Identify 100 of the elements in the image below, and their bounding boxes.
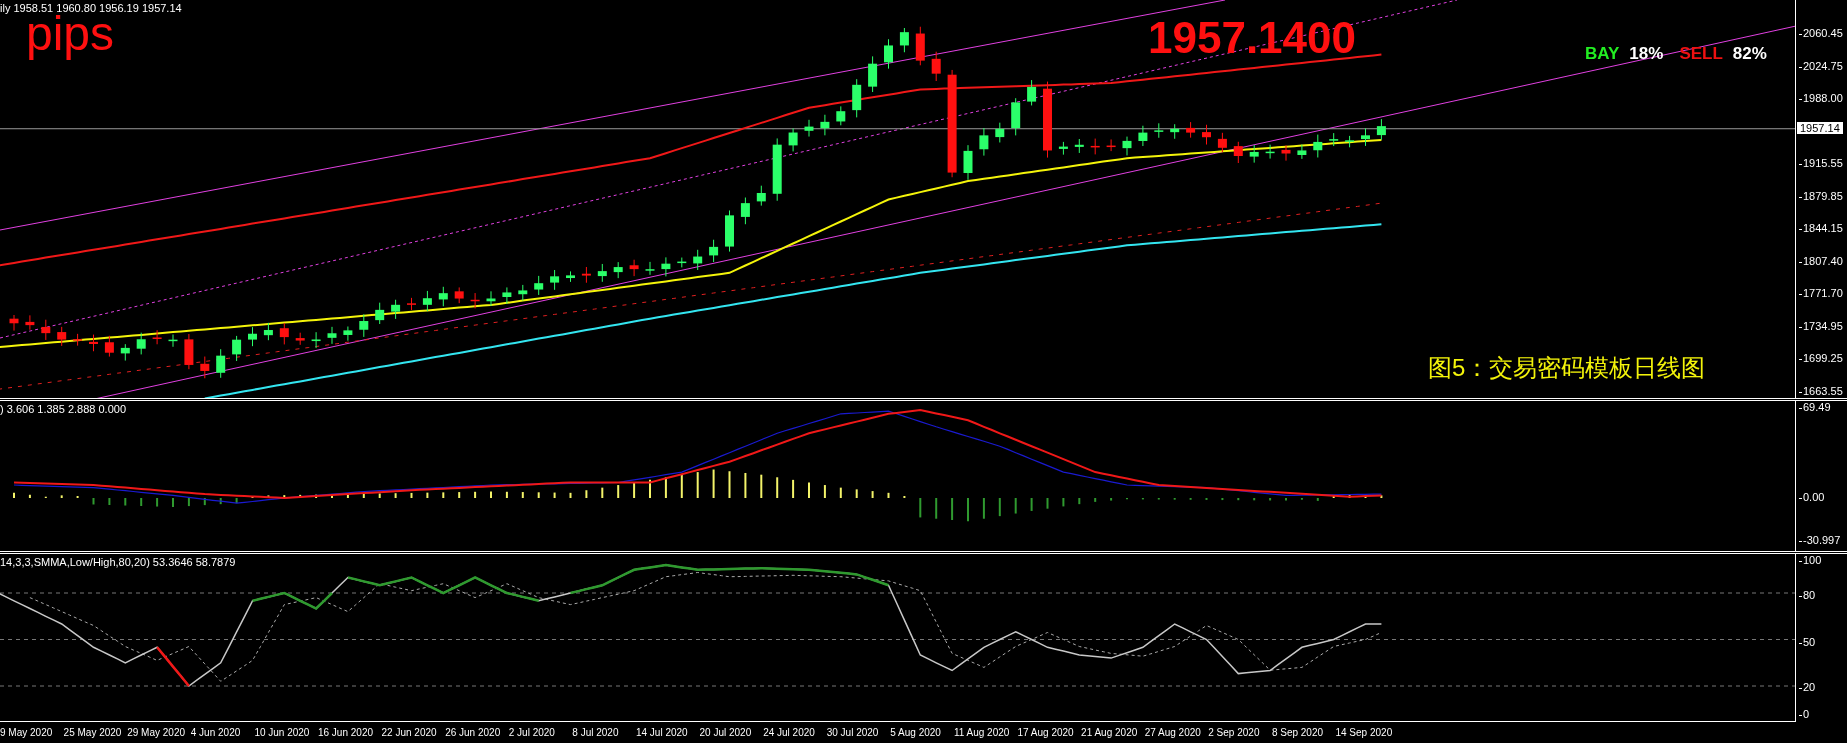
histogram-bar (1380, 494, 1383, 500)
axis-label: 1663.55 (1799, 384, 1843, 397)
histogram-bar (680, 474, 683, 500)
axis-label: 0.00 (1799, 491, 1825, 504)
histogram-bar (553, 491, 556, 500)
histogram-bar (728, 470, 731, 500)
histogram-bar (537, 491, 540, 500)
histogram-bar (60, 494, 63, 500)
histogram-bar (362, 493, 365, 500)
axis-label: 80 (1799, 588, 1816, 601)
histogram-bar (505, 491, 508, 500)
histogram-bar (187, 497, 190, 508)
date-label: 16 Jun 2020 (317, 727, 375, 739)
axis-label: 0 (1799, 707, 1810, 720)
histogram-bar (696, 471, 699, 500)
histogram-bar (442, 491, 445, 500)
date-label: 2 Sep 2020 (1208, 727, 1261, 739)
date-label: 26 Jun 2020 (445, 727, 502, 739)
histogram-bar (823, 484, 826, 500)
date-label: 4 Jun 2020 (190, 727, 242, 739)
histogram-bar (251, 495, 254, 500)
axis-label: 1734.95 (1799, 319, 1843, 332)
date-label: 22 Jun 2020 (381, 727, 438, 739)
date-label: 9 May 2020 (0, 727, 54, 739)
histogram-bar (712, 468, 715, 500)
macd-readout: ) 3.606 1.385 2.888 0.000 (0, 403, 126, 416)
stochastic-readout: 14,3,3,SMMA,Low/High,80,20) 53.3646 58.7879 (0, 555, 236, 568)
sentiment-percent: 18% (1629, 44, 1664, 64)
date-label: 21 Aug 2020 (1081, 727, 1139, 739)
date-label: 29 May 2020 (127, 727, 186, 739)
histogram-bar (982, 497, 985, 521)
histogram-bar (44, 496, 47, 500)
ohlc-readout: ily 1958.51 1960.80 1956.19 1957.14 (0, 2, 182, 14)
axis-label: 1771.70 (1799, 287, 1843, 299)
histogram-bar (1062, 497, 1065, 508)
histogram-bar (617, 484, 620, 500)
histogram-bar (601, 487, 604, 500)
histogram-bar (1141, 497, 1144, 501)
axis-label: 1915.55 (1799, 157, 1843, 169)
histogram-bar (219, 497, 222, 506)
histogram-bar (919, 497, 922, 519)
histogram-bar (569, 492, 572, 500)
histogram-bar (140, 497, 143, 508)
sentiment-percent: 82% (1732, 44, 1767, 64)
date-label: 8 Sep 2020 (1271, 727, 1325, 739)
histogram-bar (1078, 497, 1081, 506)
histogram-bar (1110, 497, 1113, 502)
histogram-bar (744, 472, 747, 500)
histogram-bar (1094, 497, 1097, 504)
histogram-bar (760, 474, 763, 500)
axis-label: 1879.85 (1799, 189, 1843, 202)
sentiment-label: BAY (1585, 44, 1620, 64)
histogram-bar (871, 490, 874, 500)
histogram-bar (458, 491, 461, 500)
histogram-bar (1157, 497, 1160, 501)
histogram-bar (1332, 495, 1335, 500)
histogram-bar (521, 491, 524, 500)
sentiment-label: SELL (1679, 44, 1723, 64)
histogram-bar (1316, 497, 1319, 503)
axis-label: -30.997 (1799, 534, 1841, 547)
date-label: 30 Jul 2020 (826, 727, 880, 739)
current-price-tag: 1957.14 (1797, 121, 1843, 134)
date-label: 14 Sep 2020 (1335, 727, 1394, 739)
histogram-bar (585, 489, 588, 500)
axis-label: 1988.00 (1799, 92, 1843, 104)
axis-label: 2060.45 (1799, 27, 1843, 39)
histogram-bar (235, 497, 238, 505)
axis-label: 1699.25 (1799, 352, 1843, 364)
histogram-bar (410, 492, 413, 500)
histogram-bar (1046, 497, 1049, 511)
histogram-bar (203, 497, 206, 507)
axis-label: 50 (1799, 635, 1816, 648)
date-label: 2 Jul 2020 (508, 727, 556, 739)
histogram-bar (776, 476, 779, 500)
price-readout: 1957.1400 (1148, 16, 1356, 60)
histogram-bar (1269, 497, 1272, 502)
axis-label: 100 (1799, 553, 1822, 566)
axis-label: 1807.40 (1799, 254, 1843, 267)
histogram-bar (633, 481, 636, 500)
histogram-bar (1014, 497, 1017, 515)
axis-label: 69.49 (1799, 401, 1831, 414)
histogram-bar (935, 497, 938, 521)
date-label: 10 Jun 2020 (254, 727, 311, 739)
histogram-bar (378, 492, 381, 500)
histogram-bar (108, 497, 111, 507)
date-label: 20 Jul 2020 (699, 727, 753, 739)
histogram-bar (92, 497, 95, 506)
date-label: 8 Jul 2020 (572, 727, 620, 739)
histogram-bar (887, 492, 890, 500)
axis-label: 2024.75 (1799, 59, 1843, 72)
axis-label: 1844.15 (1799, 222, 1843, 234)
histogram-bar (1253, 497, 1256, 502)
histogram-bar (839, 487, 842, 500)
histogram-bar (346, 493, 349, 500)
date-label: 17 Aug 2020 (1017, 727, 1075, 739)
oversold-segment (156, 646, 190, 687)
histogram-bar (426, 492, 429, 500)
histogram-bar (998, 497, 1001, 518)
date-label: 5 Aug 2020 (890, 727, 942, 739)
date-label: 25 May 2020 (63, 727, 123, 739)
